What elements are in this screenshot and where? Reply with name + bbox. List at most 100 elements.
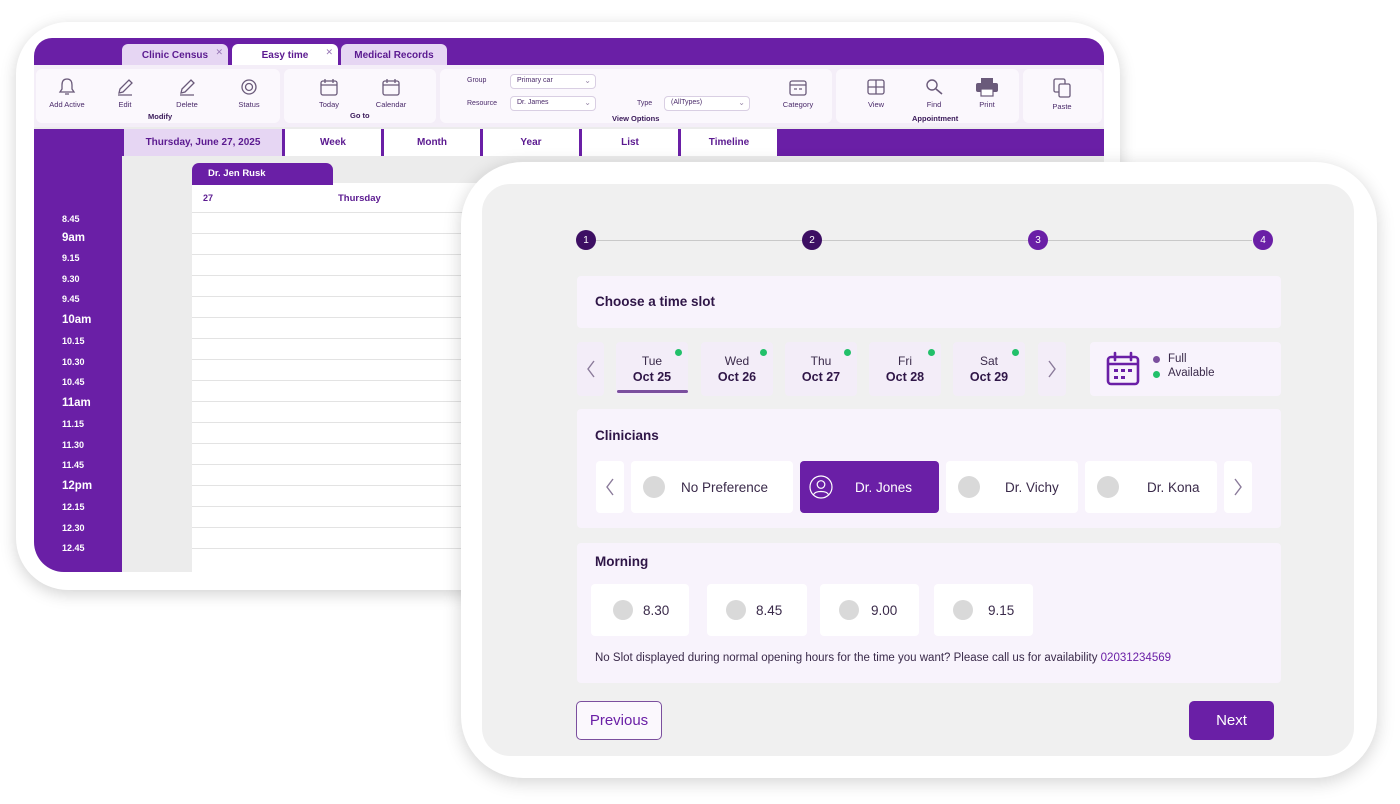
days-prev-button[interactable] (577, 342, 604, 396)
document-tab-bar: Clinic Census ✕ Easy time ✕ Medical Reco… (34, 38, 1104, 66)
time-label: 9.45 (62, 294, 80, 304)
add-active-button[interactable]: Add Active (42, 77, 92, 109)
day-option-thu[interactable]: Thu Oct 27 (785, 342, 857, 396)
paste-button[interactable]: Paste (1037, 77, 1087, 111)
grid-row-divider (192, 254, 492, 255)
selected-day-indicator (617, 390, 688, 393)
calendar-icon (1106, 351, 1140, 386)
delete-button[interactable]: Delete (162, 77, 212, 109)
time-label: 10.15 (62, 336, 85, 346)
view-button[interactable]: View (851, 77, 901, 109)
tab-year[interactable]: Year (483, 129, 579, 156)
time-label: 11am (62, 397, 91, 409)
today-button[interactable]: Today (304, 77, 354, 109)
chevron-right-icon (1234, 478, 1242, 496)
select-value: (AllTypes) (671, 99, 703, 106)
grid-row-divider (192, 464, 492, 465)
close-icon[interactable]: ✕ (325, 47, 333, 58)
clinician-dr-jones[interactable]: Dr. Jones (800, 461, 939, 513)
find-button[interactable]: Find (909, 77, 959, 109)
clinician-no-preference[interactable]: No Preference (631, 461, 793, 513)
days-next-button[interactable] (1038, 342, 1066, 396)
group-label: Appointment (912, 114, 959, 123)
button-label: Category (782, 100, 814, 109)
pencil-icon (118, 79, 133, 96)
day-option-sat[interactable]: Sat Oct 29 (953, 342, 1025, 396)
step-2: 2 (802, 230, 822, 250)
time-column: 8.45 9am 9.15 9.30 9.45 10am 10.15 10.30… (34, 156, 122, 572)
day-name: Thursday (338, 193, 381, 204)
tab-week[interactable]: Week (285, 129, 381, 156)
time-label: 12.15 (62, 502, 85, 512)
type-select[interactable]: (AllTypes) ⌄ (664, 96, 750, 111)
day-date: Oct 27 (801, 370, 841, 384)
next-button[interactable]: Next (1189, 701, 1274, 740)
tab-timeline[interactable]: Timeline (681, 129, 777, 156)
tab-easy-time[interactable]: Easy time ✕ (232, 44, 338, 66)
pencil-icon (180, 79, 195, 96)
status-button[interactable]: Status (224, 77, 274, 109)
tab-month[interactable]: Month (384, 129, 480, 156)
day-option-fri[interactable]: Fri Oct 28 (869, 342, 941, 396)
day-schedule-grid[interactable] (192, 183, 492, 572)
day-name: Sat (979, 354, 998, 368)
modify-group: Add Active Edit Delete Status Modify (36, 69, 280, 123)
status-icon (241, 79, 257, 95)
category-button[interactable]: Category (773, 77, 823, 109)
resource-select[interactable]: Dr. James ⌄ (510, 96, 596, 111)
step-4: 4 (1253, 230, 1273, 250)
previous-button[interactable]: Previous (576, 701, 662, 740)
step-number: 4 (1260, 234, 1266, 246)
tab-label: List (621, 137, 639, 148)
clinician-dr-kona[interactable]: Dr. Kona (1085, 461, 1217, 513)
clinicians-prev-button[interactable] (596, 461, 624, 513)
tab-label: Timeline (708, 137, 750, 148)
morning-title: Morning (595, 554, 649, 569)
phone-link[interactable]: 02031234569 (1101, 652, 1171, 664)
clinician-dr-vichy[interactable]: Dr. Vichy (946, 461, 1078, 513)
button-label: Find (926, 100, 942, 109)
grid-row-divider (192, 506, 492, 507)
day-date: Oct 25 (632, 370, 672, 384)
group-label: Go to (350, 111, 370, 120)
tab-label: Thursday, June 27, 2025 (145, 137, 261, 148)
grid-row-divider (192, 548, 492, 549)
grid-row-divider (192, 380, 492, 381)
tab-medical-records[interactable]: Medical Records (341, 44, 447, 66)
grid-row-divider (192, 359, 492, 360)
tab-list[interactable]: List (582, 129, 678, 156)
time-label: 11.30 (62, 440, 85, 450)
slot-900[interactable]: 9.00 (820, 584, 919, 636)
clock-icon (613, 600, 633, 620)
button-label: Add Active (49, 100, 85, 109)
group-select[interactable]: Primary car ⌄ (510, 74, 596, 89)
print-button[interactable]: Print (962, 77, 1012, 109)
notice-text: No Slot displayed during normal opening … (595, 652, 1098, 664)
step-1: 1 (576, 230, 596, 250)
time-label: 12.30 (62, 523, 85, 533)
doctor-column-header: Dr. Jen Rusk (192, 163, 333, 185)
day-name: Tue (641, 354, 663, 368)
chevron-right-icon (1048, 360, 1056, 378)
close-icon[interactable]: ✕ (215, 47, 223, 58)
button-label: Print (979, 100, 995, 109)
calendar-icon (320, 79, 338, 96)
clinicians-next-button[interactable] (1224, 461, 1252, 513)
time-label: 8.45 (62, 214, 80, 224)
edit-button[interactable]: Edit (100, 77, 150, 109)
calendar-icon (382, 79, 400, 96)
slot-915[interactable]: 9.15 (934, 584, 1033, 636)
tab-clinic-census[interactable]: Clinic Census ✕ (122, 44, 228, 66)
time-label: 9am (62, 232, 86, 244)
day-option-wed[interactable]: Wed Oct 26 (701, 342, 773, 396)
day-date: Oct 26 (717, 370, 757, 384)
day-name: Wed (724, 354, 750, 368)
day-option-tue[interactable]: Tue Oct 25 (616, 342, 688, 396)
slot-830[interactable]: 8.30 (591, 584, 689, 636)
tab-current-date[interactable]: Thursday, June 27, 2025 (124, 129, 282, 156)
slot-845[interactable]: 8.45 (707, 584, 807, 636)
time-slot-title: Choose a time slot (595, 294, 716, 309)
button-label: Status (238, 100, 260, 109)
category-icon (789, 80, 807, 96)
calendar-button[interactable]: Calendar (366, 77, 416, 109)
